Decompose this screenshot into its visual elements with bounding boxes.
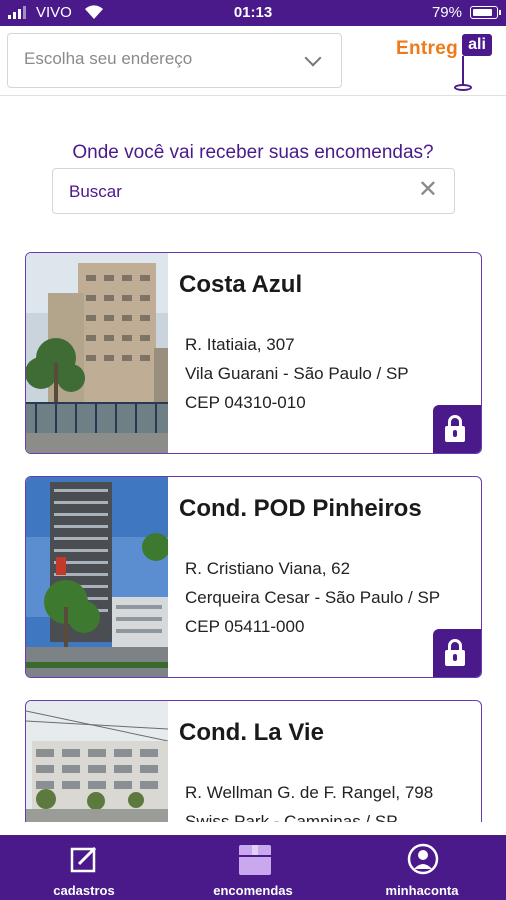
condominium-list: Costa Azul R. Itatiaia, 307 Vila Guarani… [0, 252, 506, 822]
address-placeholder: Escolha seu endereço [24, 49, 193, 68]
bottom-tab-bar: cadastros encomendas minhaconta [0, 835, 506, 900]
delivery-question: Onde você vai receber suas encomendas? [72, 142, 434, 163]
status-bar: VIVO 01:13 79% [0, 0, 506, 26]
battery-percent: 79% [431, 4, 462, 21]
clear-search-icon[interactable]: ✕ [418, 178, 438, 202]
address-select[interactable]: Escolha seu endereço [7, 33, 342, 88]
condominium-cep: CEP 04310-010 [185, 393, 306, 412]
entregali-logo: Entreg ali [394, 30, 500, 96]
condominium-name: Cond. POD Pinheiros [179, 495, 422, 522]
condominium-name: Costa Azul [179, 271, 303, 298]
search-text: Buscar [69, 182, 122, 201]
condominium-address: R. Cristiano Viana, 62 [185, 559, 351, 578]
building-photo [26, 701, 168, 822]
user-icon [407, 843, 439, 875]
status-time: 01:13 [233, 4, 273, 21]
condominium-card[interactable]: Cond. La Vie R. Wellman G. de F. Rangel,… [25, 700, 482, 822]
condominium-district: Swiss Park - Campinas / SP [185, 812, 398, 822]
condominium-district: Cerqueira Cesar - São Paulo / SP [185, 588, 441, 607]
package-icon [238, 843, 271, 875]
logo-text: Entreg [396, 38, 458, 59]
tab-encomendas[interactable]: encomendas [183, 835, 323, 900]
condominium-district: Vila Guarani - São Paulo / SP [185, 364, 409, 383]
header-divider [0, 95, 506, 96]
condominium-name: Cond. La Vie [179, 719, 324, 746]
condominium-cep: CEP 05411-000 [185, 617, 305, 636]
logo-flag: ali [462, 34, 492, 56]
tab-label: minhaconta [385, 883, 459, 898]
tab-cadastros[interactable]: cadastros [14, 835, 154, 900]
building-photo [26, 253, 168, 453]
battery-icon [470, 6, 501, 19]
tab-label: encomendas [213, 883, 293, 898]
lock-icon[interactable] [433, 405, 481, 453]
tab-minhaconta[interactable]: minhaconta [352, 835, 492, 900]
building-photo [26, 477, 168, 677]
search-input[interactable]: Buscar ✕ [52, 168, 455, 214]
condominium-card[interactable]: Cond. POD Pinheiros R. Cristiano Viana, … [25, 476, 482, 678]
condominium-address: R. Wellman G. de F. Rangel, 798 [185, 783, 434, 802]
logo-base [454, 84, 472, 91]
logo-pole [462, 56, 464, 86]
chevron-down-icon [304, 49, 322, 67]
lock-icon[interactable] [433, 629, 481, 677]
condominium-card[interactable]: Costa Azul R. Itatiaia, 307 Vila Guarani… [25, 252, 482, 454]
tab-label: cadastros [53, 883, 115, 898]
edit-icon [69, 843, 99, 875]
condominium-address: R. Itatiaia, 307 [185, 335, 295, 354]
